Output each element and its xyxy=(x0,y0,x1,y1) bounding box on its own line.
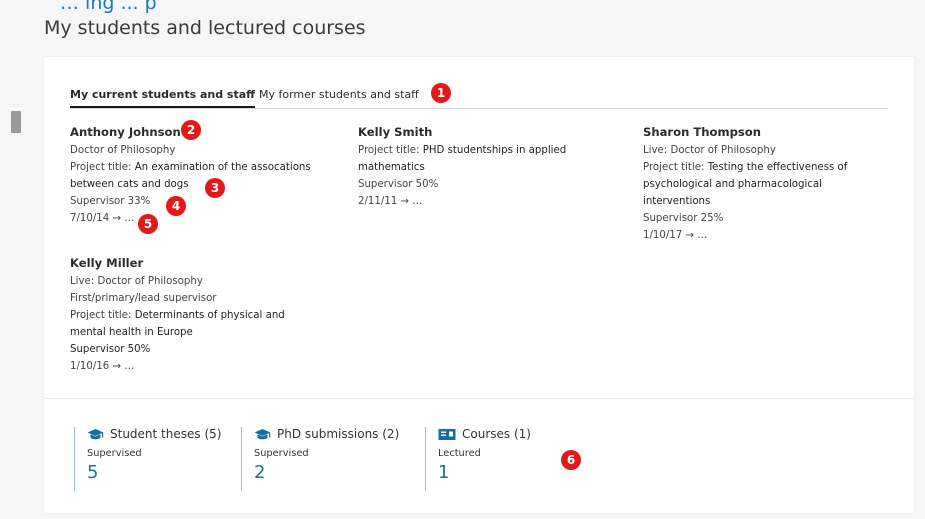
stat-title[interactable]: Courses (1) xyxy=(462,427,531,441)
supervisor-share: Supervisor 50% xyxy=(358,179,439,190)
annotation-badge-2: 2 xyxy=(181,120,201,140)
annotation-badge-3: 3 xyxy=(205,178,225,198)
student-name[interactable]: Sharon Thompson xyxy=(643,124,847,141)
tab-current-students[interactable]: My current students and staff xyxy=(70,88,256,108)
project-title-cont: psychological and pharmacological xyxy=(643,179,822,190)
stat-courses[interactable]: Courses (1) Lectured 1 xyxy=(425,427,531,491)
annotation-badge-1: 1 xyxy=(431,83,451,103)
date-range: 1/10/17 → … xyxy=(643,230,708,241)
project-title-cont: mental health in Europe xyxy=(70,327,193,338)
stat-count[interactable]: 2 xyxy=(254,462,399,483)
student-tabs: My current students and staff My former … xyxy=(70,84,887,109)
stat-title[interactable]: Student theses (5) xyxy=(110,427,221,441)
stat-title[interactable]: PhD submissions (2) xyxy=(277,427,399,441)
stat-count[interactable]: 5 xyxy=(87,462,221,483)
students-card: My current students and staff My former … xyxy=(44,57,914,513)
student-degree: Doctor of Philosophy xyxy=(70,145,176,156)
stat-subtitle: Supervised xyxy=(254,448,309,459)
date-range: 7/10/14 → … xyxy=(70,213,135,224)
project-title: Project title: PHD studentships in appli… xyxy=(358,145,567,156)
date-range: 2/11/11 → … xyxy=(358,196,423,207)
stat-student-theses[interactable]: Student theses (5) Supervised 5 xyxy=(74,427,221,491)
graduation-cap-icon xyxy=(254,428,271,439)
supervisor-role: First/primary/lead supervisor xyxy=(70,293,217,304)
supervisor-share: Supervisor 25% xyxy=(643,213,724,224)
annotation-badge-5: 5 xyxy=(138,214,158,234)
student-degree: Live: Doctor of Philosophy xyxy=(70,276,203,287)
annotation-badge-6: 6 xyxy=(561,450,581,470)
side-panel-handle[interactable] xyxy=(11,111,21,133)
section-divider xyxy=(44,398,914,399)
student-name[interactable]: Kelly Miller xyxy=(70,255,285,272)
course-board-icon xyxy=(438,428,456,440)
top-link[interactable]: … ing ... p xyxy=(60,0,157,14)
project-title-cont: interventions xyxy=(643,196,711,207)
stat-phd-submissions[interactable]: PhD submissions (2) Supervised 2 xyxy=(241,427,399,491)
stat-subtitle: Lectured xyxy=(438,448,481,459)
project-title: Project title: An examination of the ass… xyxy=(70,162,311,173)
annotation-badge-4: 4 xyxy=(166,196,186,216)
tab-former-students[interactable]: My former students and staff xyxy=(259,88,419,101)
project-title: Project title: Testing the effectiveness… xyxy=(643,162,848,173)
student-degree: Live: Doctor of Philosophy xyxy=(643,145,776,156)
stat-count[interactable]: 1 xyxy=(438,462,531,483)
project-title: Project title: Determinants of physical … xyxy=(70,310,285,321)
student-entry: Sharon Thompson Live: Doctor of Philosop… xyxy=(643,124,847,244)
student-entry: Kelly Miller Live: Doctor of Philosophy … xyxy=(70,255,285,375)
project-title-cont: between cats and dogs xyxy=(70,179,189,190)
student-name[interactable]: Kelly Smith xyxy=(358,124,566,141)
supervisor-share: Supervisor 33% xyxy=(70,196,151,207)
student-entry: Kelly Smith Project title: PHD studentsh… xyxy=(358,124,566,210)
graduation-cap-icon xyxy=(87,428,104,439)
supervisor-share: Supervisor 50% xyxy=(70,344,151,355)
stat-subtitle: Supervised xyxy=(87,448,142,459)
date-range: 1/10/16 → … xyxy=(70,361,135,372)
page-title: My students and lectured courses xyxy=(44,17,366,39)
project-title-cont: mathematics xyxy=(358,162,425,173)
